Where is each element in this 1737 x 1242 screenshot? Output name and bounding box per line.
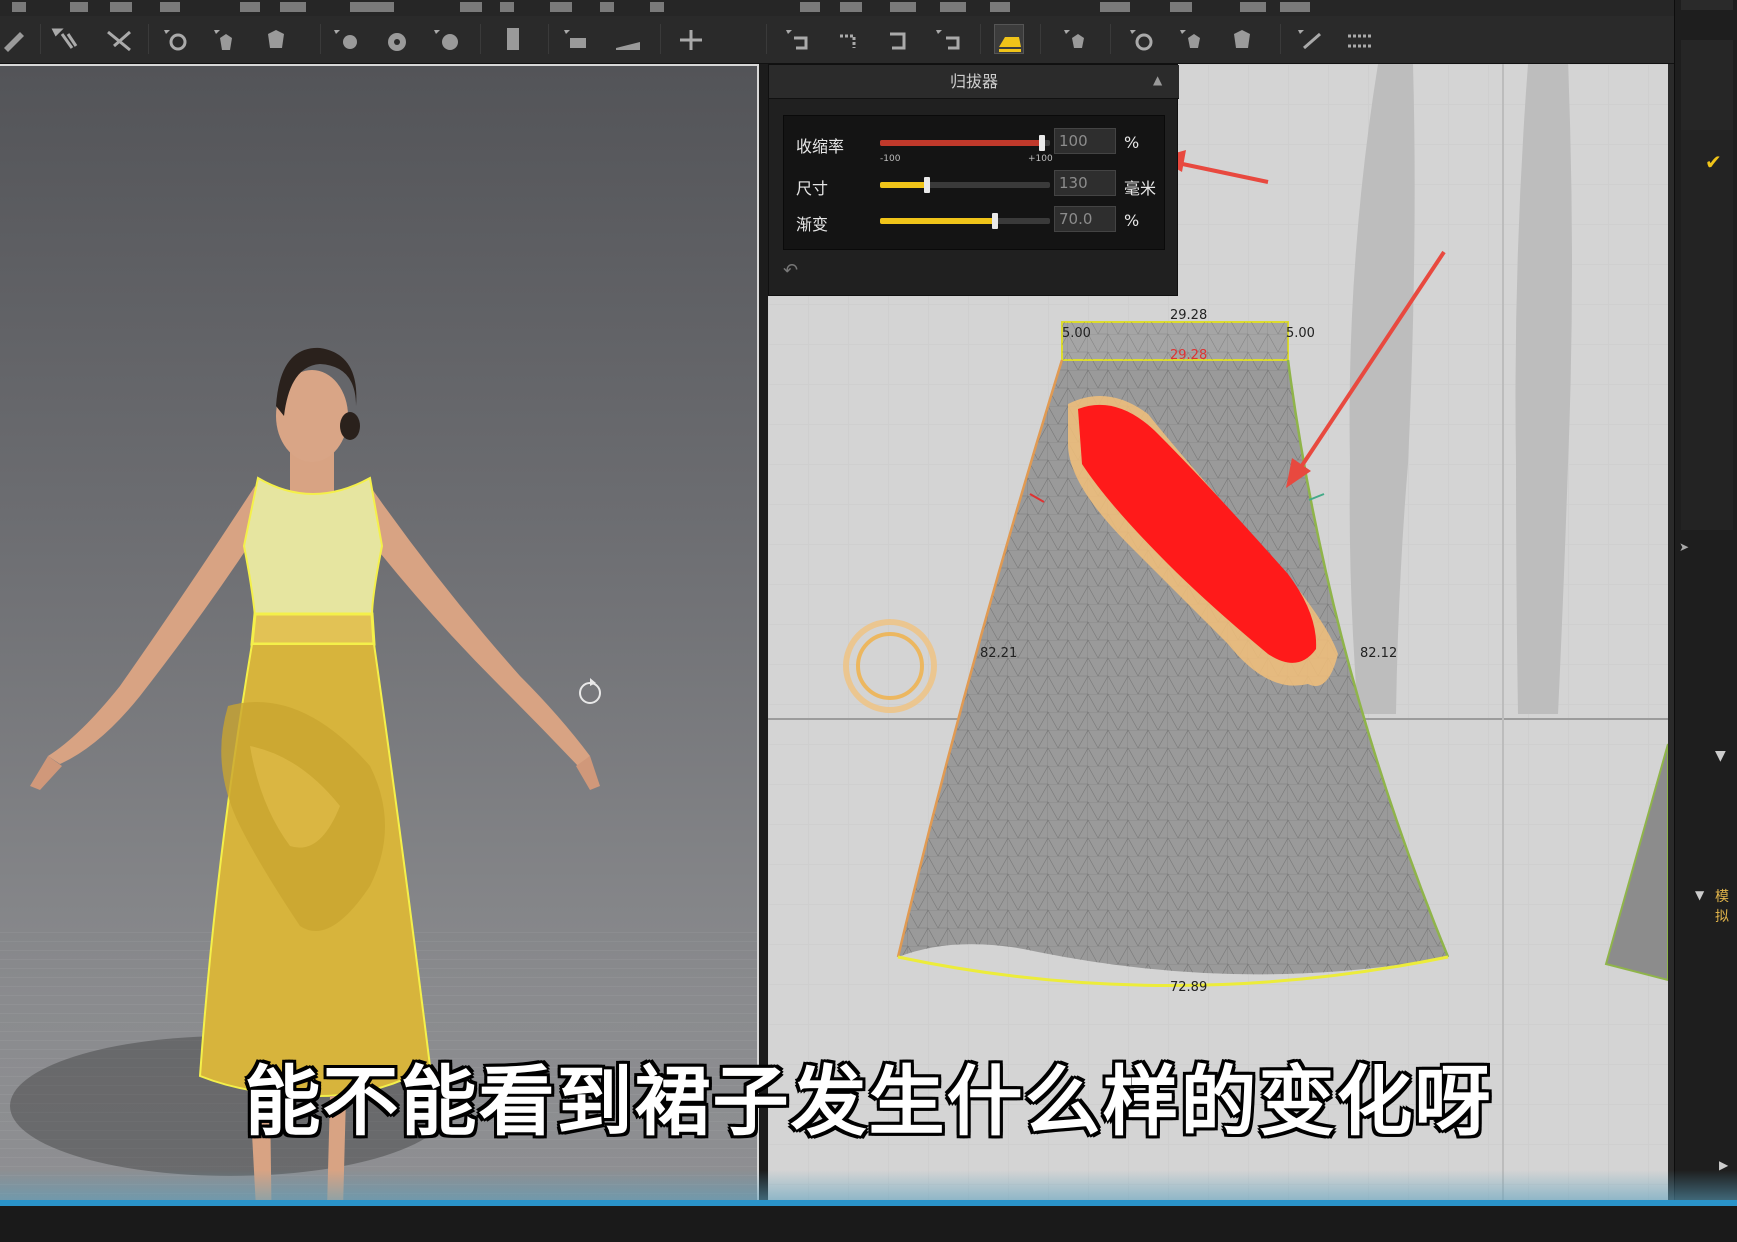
dropdown-arrow-icon[interactable]: ▼ (1715, 748, 1726, 764)
gradient-slider[interactable] (880, 213, 1050, 229)
top-toolbar-strip (0, 0, 1674, 16)
size-knob[interactable] (924, 177, 930, 193)
shrink-rate-unit: % (1124, 133, 1140, 152)
right-seam-label: 82.12 (1360, 646, 1398, 661)
hem-label: 72.89 (1170, 980, 1208, 995)
fabric-layer-icon[interactable] (612, 24, 642, 54)
video-subtitle: 能不能看到裙子发生什么样的变化呀 (244, 1057, 1493, 1146)
garment-tool-icon[interactable] (262, 24, 292, 54)
left-dart-label: 5.00 (1062, 326, 1091, 341)
seam-adjust-icon[interactable] (676, 24, 706, 54)
tape-icon[interactable] (560, 24, 590, 54)
tack-tool-icon[interactable] (160, 24, 190, 54)
left-seam-label: 82.21 (980, 646, 1018, 661)
button-place-icon[interactable] (382, 24, 412, 54)
sewing-edit-icon[interactable] (932, 24, 962, 54)
main-toolbar (0, 16, 1674, 64)
size-input[interactable]: 130 (1054, 170, 1116, 196)
shrink-rate-slider[interactable] (880, 135, 1050, 151)
app-window: 29.28 29.28 5.00 5.00 82.21 82.12 72.89 … (0, 0, 1737, 1242)
shrink-rate-input[interactable]: 100 (1054, 128, 1116, 154)
simulation-section-label: 模拟 (1715, 889, 1729, 925)
tack-select-icon[interactable] (1126, 24, 1156, 54)
size-label: 尺寸 (796, 179, 829, 198)
shrink-rate-row: 收缩率 -100 +100 100 % (784, 126, 1166, 164)
select-garment-icon[interactable] (1060, 24, 1090, 54)
shrink-rate-min: -100 (880, 154, 901, 164)
inner-width-label: 29.28 (1170, 348, 1208, 363)
fold-tool-icon[interactable] (104, 24, 134, 54)
button-tool-icon[interactable] (330, 24, 360, 54)
avatar-garment-icon[interactable] (1228, 24, 1258, 54)
segment-sewing-icon[interactable] (782, 24, 812, 54)
pin-icon[interactable]: ▲ (1153, 73, 1169, 89)
garment-fit-icon[interactable] (1176, 24, 1206, 54)
shrink-rate-label: 收缩率 (796, 137, 845, 156)
waveform-overlay (0, 1170, 1737, 1202)
dashed-line-icon[interactable] (1344, 24, 1374, 54)
collapse-arrow-icon[interactable]: ➤ (1679, 540, 1689, 554)
gradient-knob[interactable] (992, 213, 998, 229)
size-unit: 毫米 (1124, 179, 1157, 198)
size-slider[interactable] (880, 177, 1050, 193)
section-arrow-icon[interactable]: ▼ (1695, 888, 1704, 902)
rotate-gizmo-icon[interactable] (579, 678, 601, 704)
gradient-row: 渐变 70.0 % (784, 204, 1166, 238)
gradient-label: 渐变 (796, 215, 829, 234)
panel-body: 收缩率 -100 +100 100 % 尺寸 130 毫米 渐变 70.0 % (783, 115, 1165, 250)
size-row: 尺寸 130 毫米 (784, 168, 1166, 202)
pen-tool-icon[interactable] (0, 24, 30, 54)
multi-sewing-icon[interactable] (882, 24, 912, 54)
back-arrow-icon[interactable]: ↶ (783, 260, 811, 284)
size-fill (880, 182, 926, 188)
zipper-icon[interactable] (498, 24, 528, 54)
gradient-unit: % (1124, 211, 1140, 230)
line-tool-icon[interactable] (1294, 24, 1324, 54)
shrink-rate-fill (880, 140, 1042, 146)
right-dart-label: 5.00 (1286, 326, 1315, 341)
arrange-arrow-icon[interactable] (50, 24, 80, 54)
free-sewing-icon[interactable] (832, 24, 862, 54)
shrink-property-panel: 归拔器 ▲ 收缩率 -100 +100 100 % 尺寸 130 毫米 渐变 7… (768, 64, 1179, 296)
gradient-input[interactable]: 70.0 (1054, 206, 1116, 232)
gradient-fill (880, 218, 996, 224)
top-width-label: 29.28 (1170, 308, 1208, 323)
panel-title: 归拔器 (769, 65, 1179, 99)
garment-select-icon[interactable] (210, 24, 240, 54)
shrink-iron-tool-icon[interactable] (994, 24, 1024, 54)
check-icon[interactable]: ✔ (1705, 150, 1722, 174)
video-bottom-strip (0, 1206, 1737, 1242)
buttonhole-icon[interactable] (430, 24, 460, 54)
shrink-rate-knob[interactable] (1039, 135, 1045, 151)
shrink-rate-max: +100 (1028, 154, 1053, 164)
